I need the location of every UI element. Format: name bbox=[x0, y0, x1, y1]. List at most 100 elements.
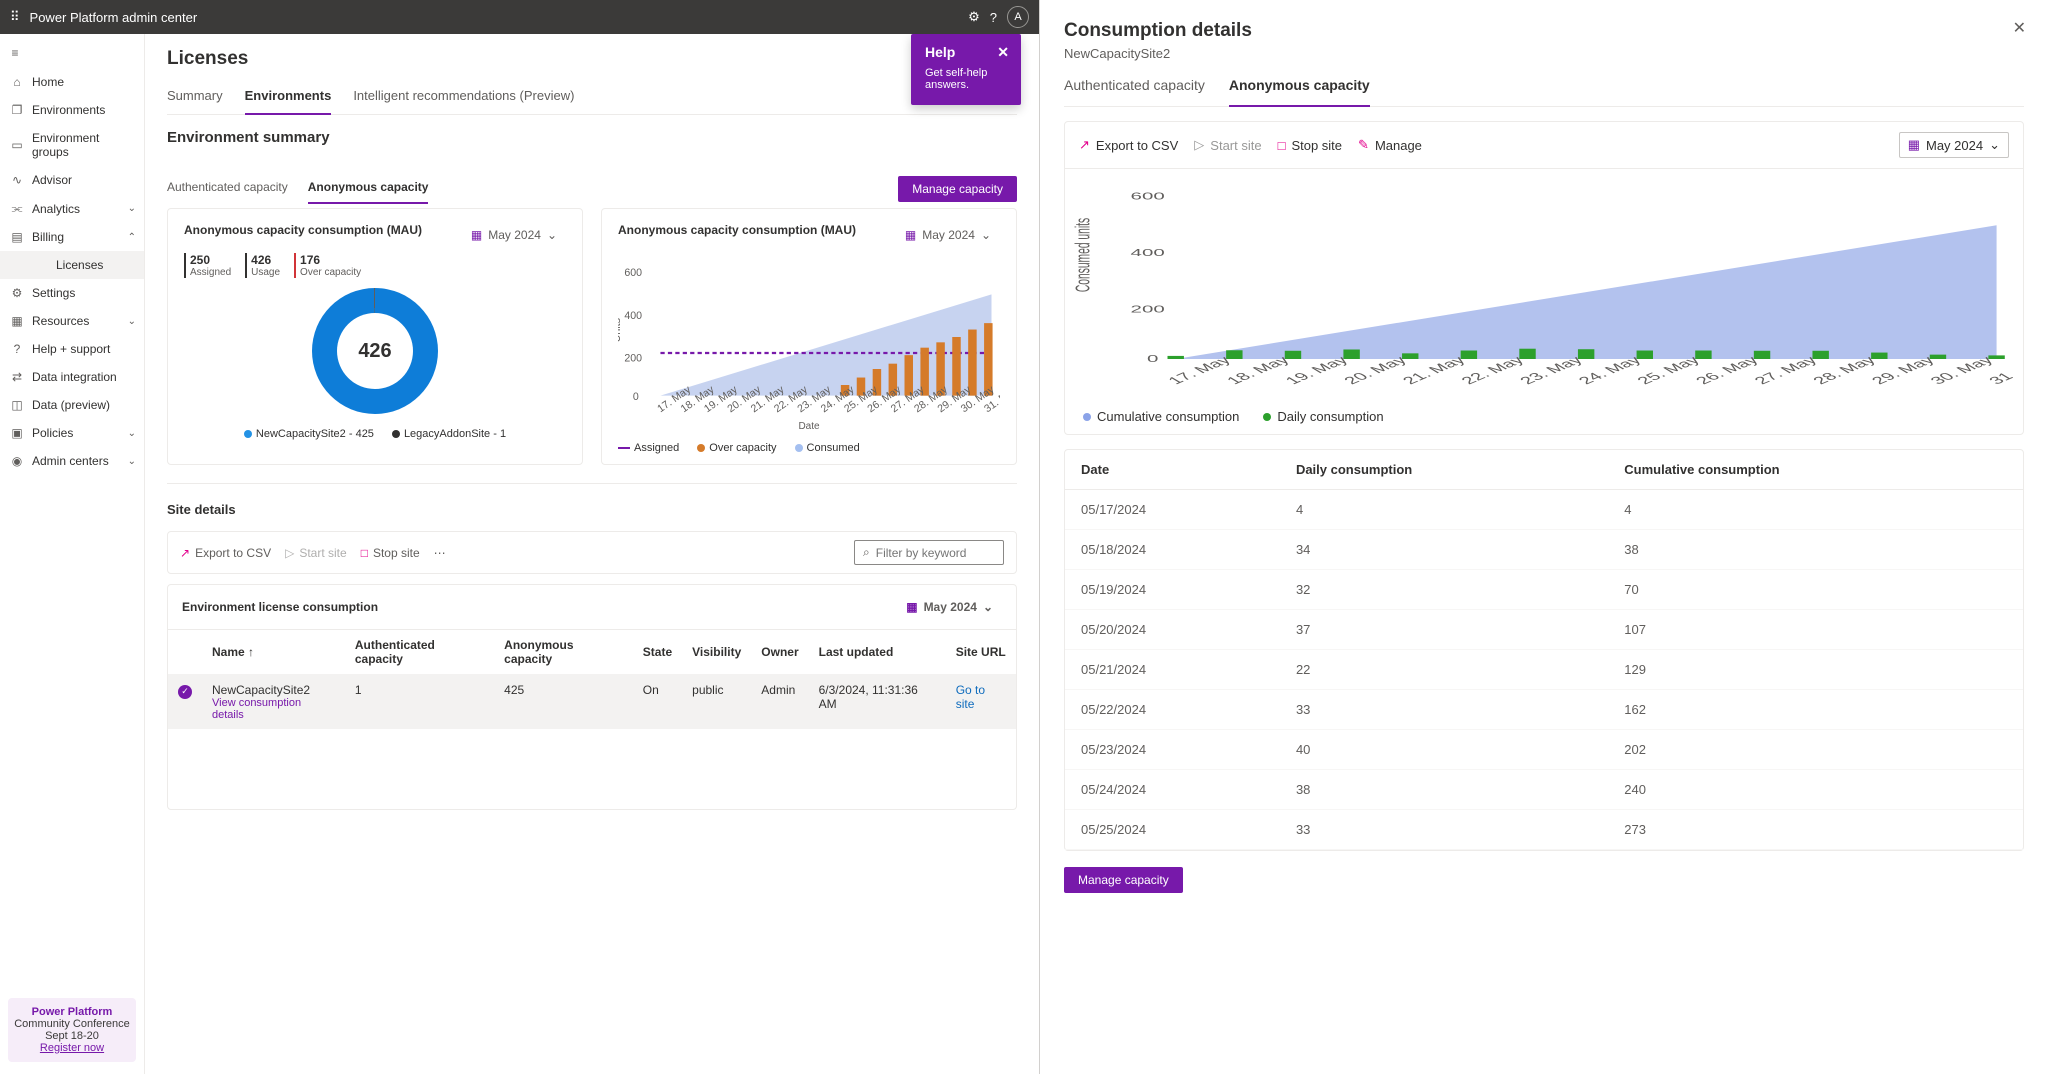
site-url-link[interactable]: Go to site bbox=[956, 683, 985, 711]
panel-month-picker[interactable]: ▦May 2024 ⌄ bbox=[1899, 132, 2009, 158]
table-row[interactable]: 05/18/20243438 bbox=[1065, 530, 2023, 570]
sidebar-item-label: Analytics bbox=[32, 202, 120, 216]
conference-banner[interactable]: Power Platform Community Conference Sept… bbox=[8, 998, 136, 1062]
stat-assigned: 250Assigned bbox=[184, 253, 231, 278]
sidebar-item-label: Environment groups bbox=[32, 131, 136, 159]
sidebar-item-label: Advisor bbox=[32, 173, 136, 187]
more-icon[interactable]: ⋯ bbox=[434, 546, 446, 560]
table-row[interactable]: 05/17/202444 bbox=[1065, 490, 2023, 530]
sidebar-item-advisor[interactable]: ∿Advisor bbox=[0, 166, 144, 194]
filter-input[interactable]: ⌕ bbox=[854, 540, 1004, 565]
table-row[interactable]: 05/25/202433273 bbox=[1065, 810, 2023, 850]
capacity-tab-authenticated-capacity[interactable]: Authenticated capacity bbox=[167, 180, 288, 204]
panel-manage-capacity-button[interactable]: Manage capacity bbox=[1064, 867, 1183, 893]
legend-item: NewCapacitySite2 - 425 bbox=[244, 428, 374, 440]
manage-capacity-button[interactable]: Manage capacity bbox=[898, 176, 1017, 202]
col-header[interactable]: Site URL bbox=[946, 630, 1016, 675]
col-header[interactable]: Name ↑ bbox=[202, 630, 345, 675]
col-header[interactable]: Date bbox=[1065, 450, 1280, 490]
sidebar-item-label: Billing bbox=[32, 230, 120, 244]
card1-title: Anonymous capacity consumption (MAU) bbox=[184, 223, 422, 237]
register-link[interactable]: Register now bbox=[40, 1042, 104, 1054]
svg-text:400: 400 bbox=[1131, 247, 1165, 258]
sidebar-item-licenses[interactable]: Licenses bbox=[0, 251, 144, 279]
site-details-title: Site details bbox=[167, 502, 1017, 517]
panel-stop-button[interactable]: □Stop site bbox=[1278, 138, 1342, 153]
col-header[interactable]: Daily consumption bbox=[1280, 450, 1608, 490]
tab-environments[interactable]: Environments bbox=[245, 88, 332, 115]
tab-intelligent-recommendations-preview-[interactable]: Intelligent recommendations (Preview) bbox=[353, 88, 574, 114]
sidebar-item-environment-groups[interactable]: ▭ Environment groups bbox=[0, 124, 144, 166]
stop-site-button[interactable]: □Stop site bbox=[361, 546, 420, 560]
col-header[interactable]: Visibility bbox=[682, 630, 751, 675]
sidebar-item-policies[interactable]: ▣Policies⌄ bbox=[0, 419, 144, 447]
help-icon[interactable]: ? bbox=[990, 10, 997, 25]
help-title: Help bbox=[925, 44, 955, 61]
gear-icon[interactable]: ⚙ bbox=[968, 9, 980, 25]
table-row[interactable]: 05/24/202438240 bbox=[1065, 770, 2023, 810]
close-icon[interactable]: ✕ bbox=[2013, 18, 2026, 38]
waffle-icon[interactable]: ⠿ bbox=[10, 9, 20, 25]
view-details-link[interactable]: View consumption details bbox=[212, 697, 335, 721]
sidebar-item-admin-centers[interactable]: ◉Admin centers⌄ bbox=[0, 447, 144, 475]
month-picker[interactable]: ▦May 2024 ⌄ bbox=[462, 223, 566, 247]
sidebar-item-label: Admin centers bbox=[32, 454, 120, 468]
table-row[interactable]: 05/20/202437107 bbox=[1065, 610, 2023, 650]
table-row[interactable]: ✓ NewCapacitySite2View consumption detai… bbox=[168, 675, 1016, 730]
play-icon: ▷ bbox=[285, 546, 294, 560]
page-title: Licenses bbox=[167, 48, 1017, 70]
panel-title: Consumption details bbox=[1064, 20, 2024, 42]
tab-summary[interactable]: Summary bbox=[167, 88, 223, 114]
sidebar-item-help-support[interactable]: ?Help + support bbox=[0, 335, 144, 363]
license-tabs: Summary Environments Intelligent recommend… bbox=[167, 88, 1017, 115]
panel-chart: 600 400 200 0 Consumed units 17. May18. … bbox=[1065, 169, 2023, 399]
close-icon[interactable]: ✕ bbox=[997, 44, 1009, 61]
nav-icon: ▣ bbox=[10, 426, 24, 440]
col-header[interactable]: Owner bbox=[751, 630, 808, 675]
export-csv-button[interactable]: ↗Export to CSV bbox=[180, 546, 271, 560]
help-flyout: Help✕ Get self-help answers. bbox=[911, 34, 1021, 105]
table-row[interactable]: 05/22/202433162 bbox=[1065, 690, 2023, 730]
nav-icon: ❐ bbox=[10, 103, 24, 117]
collapse-nav-icon[interactable]: ≡ bbox=[0, 38, 30, 68]
sidebar-item-resources[interactable]: ▦Resources⌄ bbox=[0, 307, 144, 335]
site-table: Name ↑Authenticated capacityAnonymous ca… bbox=[168, 629, 1016, 729]
sidebar-item-billing[interactable]: ▤Billing⌃ bbox=[0, 223, 144, 251]
sidebar-item-analytics[interactable]: ⫘Analytics⌄ bbox=[0, 194, 144, 223]
capacity-tab-anonymous-capacity[interactable]: Anonymous capacity bbox=[308, 180, 429, 204]
chevron-icon: ⌄ bbox=[128, 428, 136, 439]
chevron-down-icon: ⌄ bbox=[547, 228, 557, 242]
legend-item: Cumulative consumption bbox=[1083, 409, 1239, 424]
panel-manage-button[interactable]: ✎Manage bbox=[1358, 137, 1422, 153]
legend-item: Over capacity bbox=[697, 442, 776, 454]
avatar[interactable]: A bbox=[1007, 6, 1029, 28]
sidebar-item-home[interactable]: ⌂Home bbox=[0, 68, 144, 96]
month-picker-3[interactable]: ▦May 2024 ⌄ bbox=[897, 595, 1002, 619]
col-header[interactable]: Anonymous capacity bbox=[494, 630, 633, 675]
app-brand: Power Platform admin center bbox=[30, 10, 959, 25]
panel-export-button[interactable]: ↗Export to CSV bbox=[1079, 137, 1178, 153]
sidebar-item-settings[interactable]: ⚙Settings bbox=[0, 279, 144, 307]
sidebar-item-data-integration[interactable]: ⇄Data integration bbox=[0, 363, 144, 391]
panel-toolbar: ↗Export to CSV ▷Start site □Stop site ✎M… bbox=[1065, 122, 2023, 169]
sidebar-item-label: Home bbox=[32, 75, 136, 89]
stat-over-capacity: 176Over capacity bbox=[294, 253, 361, 278]
legend-item: Consumed bbox=[795, 442, 860, 454]
col-header[interactable]: Cumulative consumption bbox=[1608, 450, 2023, 490]
col-header[interactable]: Last updated bbox=[809, 630, 946, 675]
sidebar-item-data-preview-[interactable]: ◫Data (preview) bbox=[0, 391, 144, 419]
table-row[interactable]: 05/19/20243270 bbox=[1065, 570, 2023, 610]
panel-tab-anonymous-capacity[interactable]: Anonymous capacity bbox=[1229, 77, 1370, 107]
col-header[interactable]: Authenticated capacity bbox=[345, 630, 494, 675]
table-row[interactable]: 05/21/202422129 bbox=[1065, 650, 2023, 690]
nav-icon: ? bbox=[10, 342, 24, 356]
ylabel: Consumed units bbox=[1072, 218, 1095, 292]
sidebar-item-environments[interactable]: ❐Environments bbox=[0, 96, 144, 124]
svg-text:600: 600 bbox=[1131, 191, 1165, 202]
month-picker-2[interactable]: ▦May 2024 ⌄ bbox=[896, 223, 1000, 247]
table-row[interactable]: 05/23/202440202 bbox=[1065, 730, 2023, 770]
panel-tab-authenticated-capacity[interactable]: Authenticated capacity bbox=[1064, 77, 1205, 106]
col-header[interactable]: State bbox=[633, 630, 682, 675]
nav-icon: ▭ bbox=[10, 138, 24, 152]
chevron-icon: ⌄ bbox=[128, 456, 136, 467]
